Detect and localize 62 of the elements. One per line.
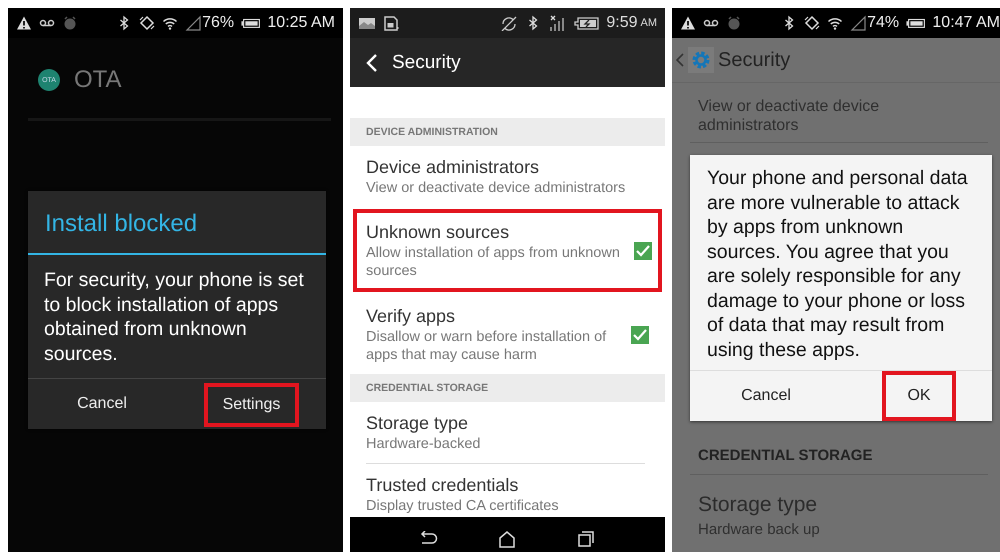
- rotation-icon: [139, 15, 156, 31]
- item-summary: Hardware-backed: [366, 435, 482, 453]
- item-title: Device administrators: [366, 156, 540, 179]
- dialog-message: For security, your phone is set to block installation of apps obtained from unknown sources.: [43, 268, 305, 366]
- status-time: 10:47 AM: [932, 14, 1000, 32]
- screen-title: Security: [718, 48, 790, 72]
- battery-percent: 76%: [202, 14, 234, 32]
- picture-icon: [358, 15, 376, 31]
- checkbox[interactable]: [631, 326, 649, 344]
- sim-card-icon: [383, 15, 399, 31]
- settings-item[interactable]: Device administrators View or deactivate device administrators: [350, 146, 662, 207]
- checkbox[interactable]: [634, 242, 652, 260]
- item-summary: View or deactivate device administrators: [366, 179, 626, 197]
- signal-bars-icon: [548, 15, 566, 31]
- item-summary: Disallow or warn before installation of apps that may cause harm: [366, 328, 608, 364]
- wifi-icon: [162, 15, 178, 31]
- item-title: Storage type: [697, 492, 818, 517]
- settings-button[interactable]: Settings: [204, 383, 299, 427]
- item-summary: Allow installation of apps from unknown sources: [366, 244, 621, 280]
- back-icon[interactable]: [420, 530, 438, 546]
- battery-percent: 74%: [867, 14, 900, 32]
- wifi-icon: [827, 15, 844, 31]
- settings-item[interactable]: Verify apps Disallow or warn before installation of apps that may cause harm: [350, 295, 662, 374]
- settings-item[interactable]: Unknown sources Allow installation of apps from unknown sources: [353, 209, 662, 292]
- item-summary: View or deactivate device administrators: [697, 97, 880, 136]
- item-title: Storage type: [366, 412, 470, 435]
- section-header: CREDENTIAL STORAGE: [350, 374, 665, 402]
- gear-icon: [691, 50, 711, 70]
- cancel-button[interactable]: Cancel: [690, 371, 842, 421]
- battery-icon: [906, 16, 926, 30]
- signal-icon: [185, 15, 202, 31]
- settings-item[interactable]: Storage type Hardware-backed: [350, 402, 662, 463]
- app-title: OTA: [74, 66, 122, 94]
- battery-icon: [241, 16, 260, 30]
- rotation-icon: [804, 15, 820, 31]
- item-title: Trusted credentials: [366, 474, 520, 497]
- alarm-clock-icon: [62, 15, 78, 31]
- item-summary: Display trusted CA certificates: [366, 497, 560, 515]
- check-icon: [636, 244, 650, 256]
- item-summary: Hardware back up: [697, 520, 821, 538]
- status-time: 10:25 AM: [267, 14, 335, 32]
- charging-battery-icon: [573, 15, 600, 31]
- alarm-clock-icon: [726, 15, 742, 31]
- cancel-button[interactable]: Cancel: [28, 379, 176, 429]
- status-time: 9:59: [606, 14, 638, 32]
- home-icon[interactable]: [498, 530, 516, 548]
- section-header: DEVICE ADMINISTRATION: [350, 118, 665, 146]
- item-title: Verify apps: [366, 305, 456, 328]
- item-title: Unknown sources: [366, 221, 510, 244]
- section-header: CREDENTIAL STORAGE: [690, 421, 988, 475]
- dialog-message: Your phone and personal data are more vulnerable to attack by apps from unknown sources. You agree that you are solely responsible for any damage to your phone or loss of data that may result from using these apps.: [706, 166, 969, 362]
- time-period: AM: [640, 17, 657, 29]
- warning-icon: [16, 15, 32, 31]
- sync-off-icon: [500, 15, 518, 31]
- recents-icon[interactable]: [576, 530, 595, 548]
- ok-button[interactable]: OK: [882, 371, 956, 421]
- screen-title: Security: [392, 52, 461, 74]
- check-icon: [633, 328, 647, 340]
- signal-icon: [850, 15, 866, 31]
- warning-icon: [680, 15, 696, 31]
- dialog-title: Install blocked: [28, 191, 326, 255]
- settings-item[interactable]: Trusted credentials Display trusted CA certificates: [350, 464, 662, 517]
